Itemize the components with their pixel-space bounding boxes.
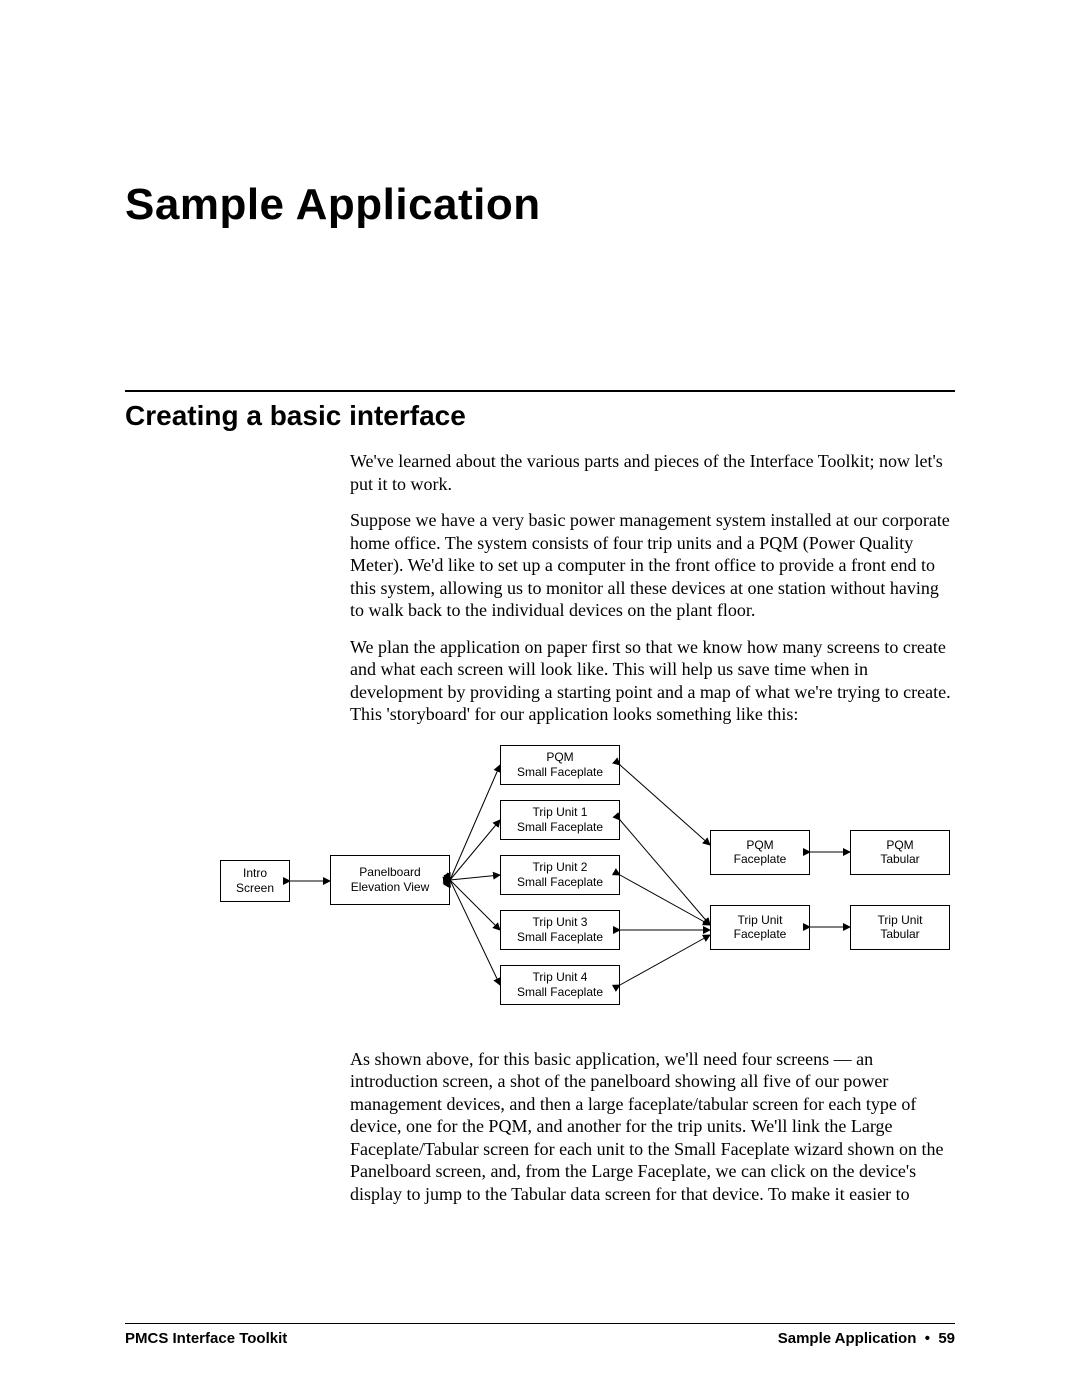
body-paragraph: We plan the application on paper first s… (350, 636, 955, 726)
body-paragraph: We've learned about the various parts an… (350, 450, 955, 495)
section-title: Creating a basic interface (125, 400, 955, 432)
document-page: Sample Application Creating a basic inte… (0, 0, 1080, 1397)
storyboard-diagram: IntroScreen PanelboardElevation View PQM… (220, 740, 970, 1030)
page-footer: PMCS Interface Toolkit Sample Applicatio… (125, 1323, 955, 1347)
body-paragraph: Suppose we have a very basic power manag… (350, 509, 955, 622)
bullet-icon: • (925, 1330, 930, 1347)
footer-page-number: 59 (938, 1330, 955, 1347)
footer-left: PMCS Interface Toolkit (125, 1330, 287, 1347)
diagram-connectors (220, 740, 970, 1030)
footer-right: Sample Application • 59 (778, 1330, 955, 1347)
chapter-title: Sample Application (125, 180, 955, 230)
section-divider (125, 390, 955, 392)
body-paragraph: As shown above, for this basic applicati… (350, 1048, 955, 1206)
footer-section-label: Sample Application (778, 1330, 917, 1347)
